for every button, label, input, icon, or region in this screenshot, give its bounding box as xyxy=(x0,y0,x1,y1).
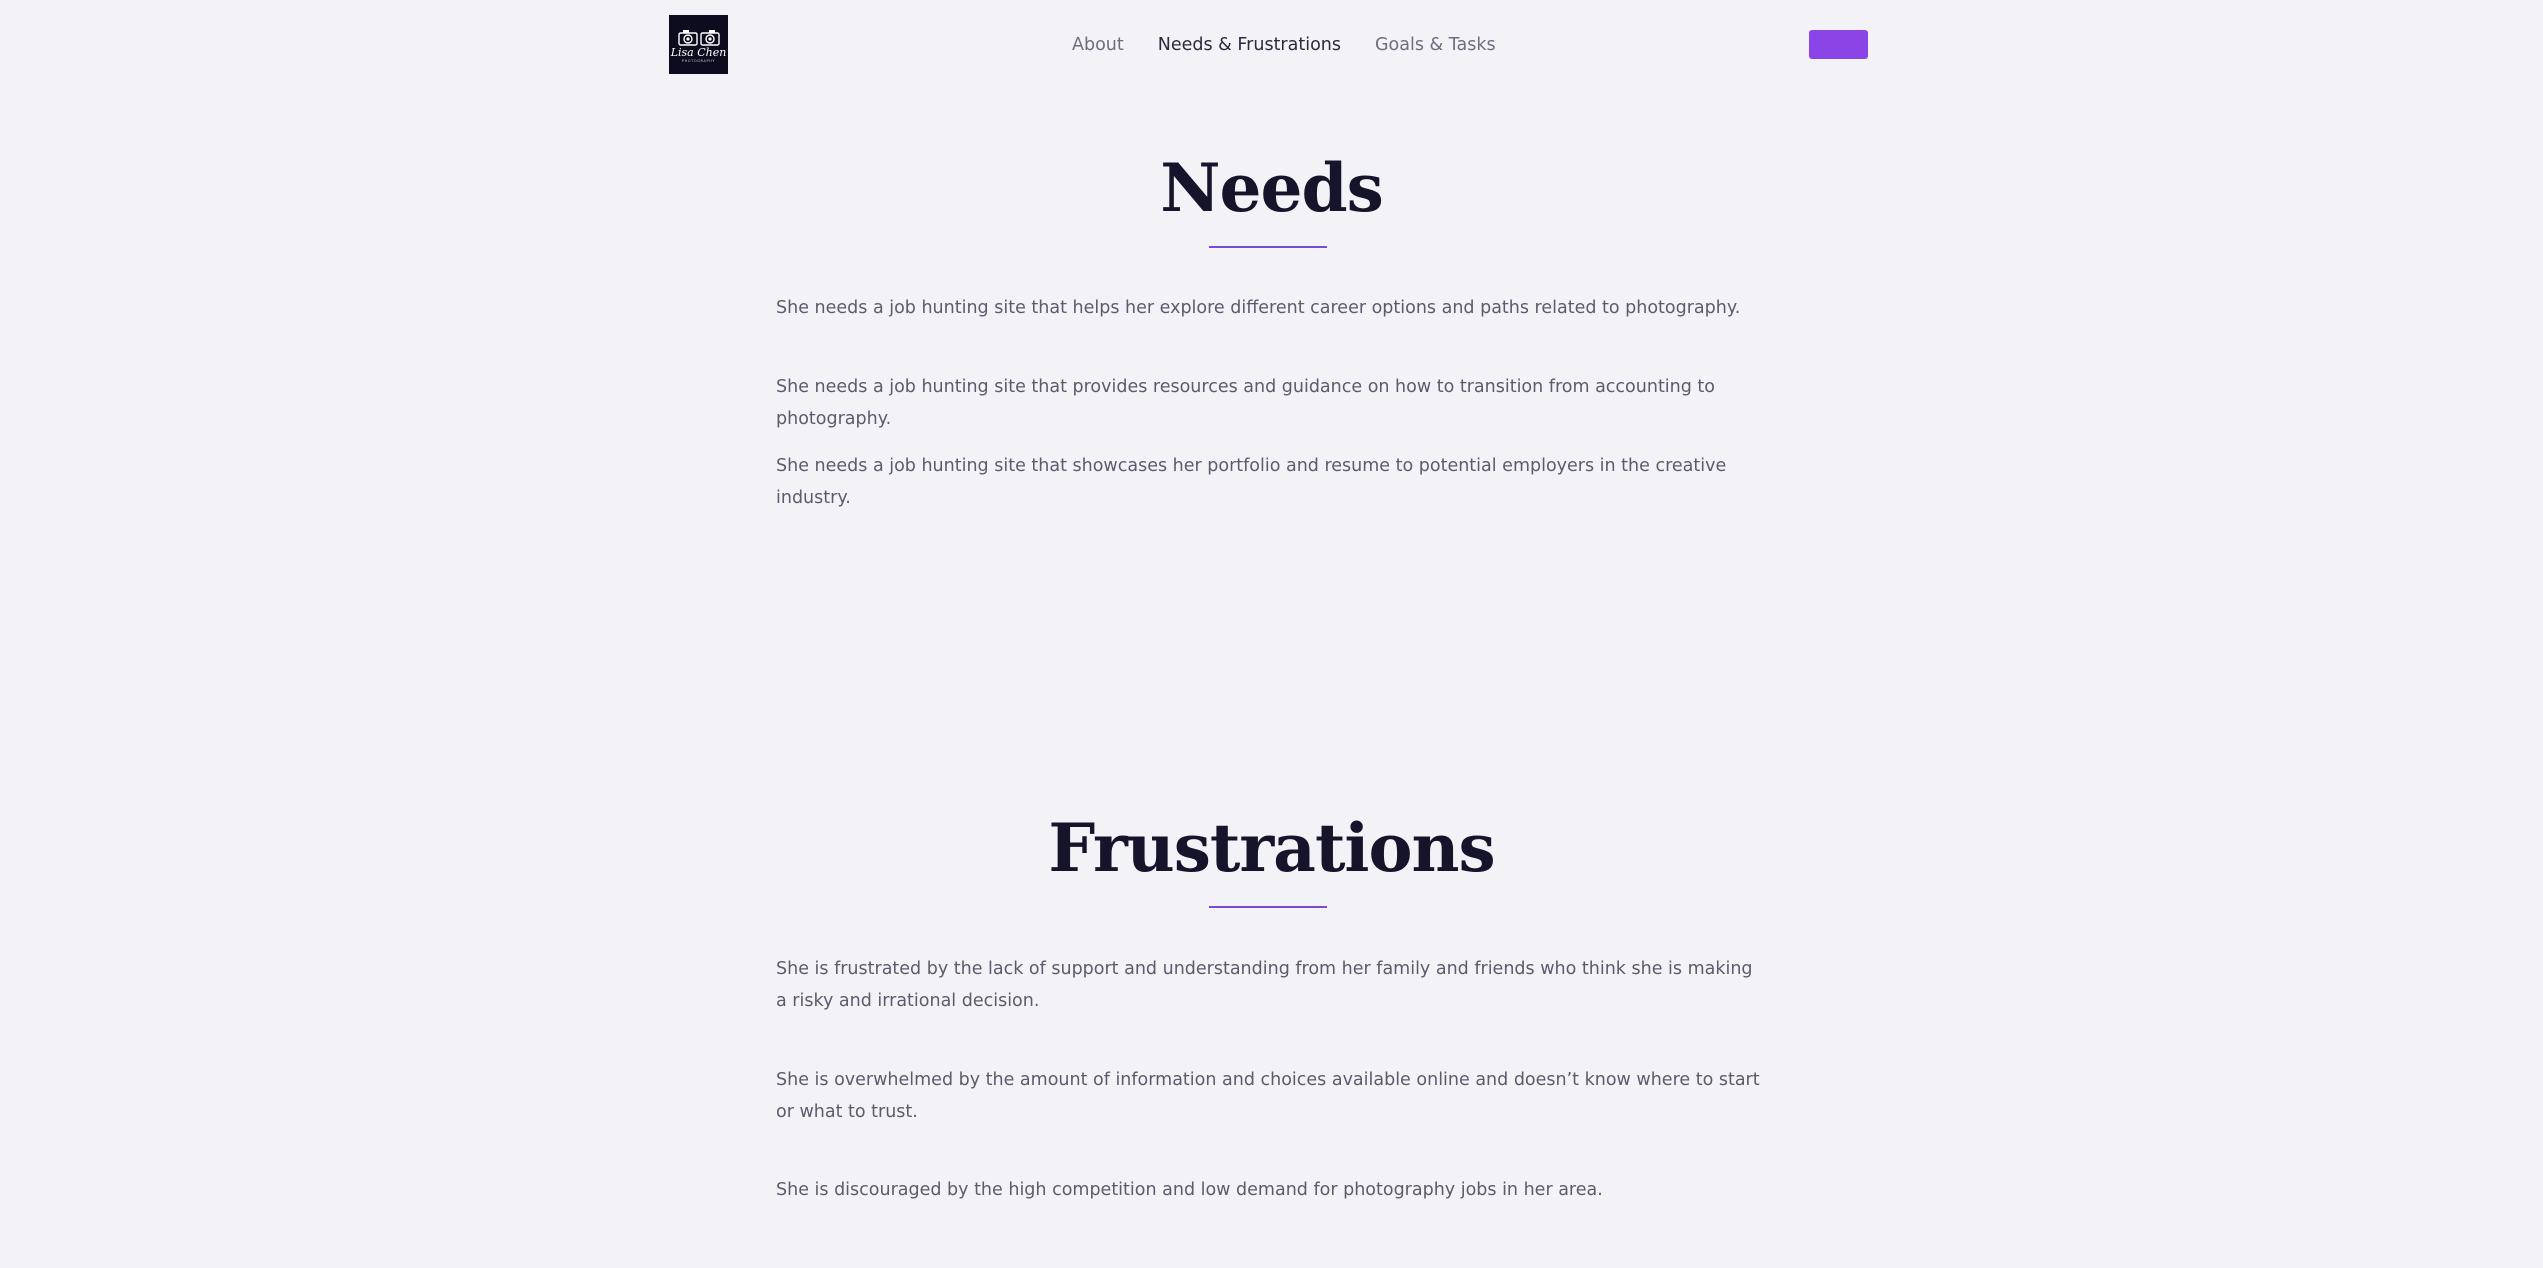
needs-item: She needs a job hunting site that helps … xyxy=(776,298,1741,318)
main-nav: About Needs & Frustrations Goals & Tasks xyxy=(1072,32,1496,58)
nav-link-needs-frustrations[interactable]: Needs & Frustrations xyxy=(1158,35,1341,55)
site-header: Lisa Chen PHOTOGRAPHY About Needs & Frus… xyxy=(0,0,2543,90)
frustrations-title: Frustrations xyxy=(1048,809,1495,887)
nav-link-goals-tasks[interactable]: Goals & Tasks xyxy=(1375,35,1496,55)
needs-title: Needs xyxy=(1160,149,1384,227)
nav-link-about[interactable]: About xyxy=(1072,35,1124,55)
camera-icon xyxy=(677,30,720,46)
frustrations-title-underline xyxy=(1209,906,1327,908)
logo-subtitle: PHOTOGRAPHY xyxy=(681,59,716,63)
frustrations-item: She is overwhelmed by the amount of info… xyxy=(776,1070,1760,1122)
logo[interactable]: Lisa Chen PHOTOGRAPHY xyxy=(669,15,728,74)
needs-title-underline xyxy=(1209,246,1327,248)
frustrations-item: She is discouraged by the high competiti… xyxy=(776,1180,1603,1200)
needs-item: She needs a job hunting site that showca… xyxy=(776,456,1727,508)
frustrations-item: She is frustrated by the lack of support… xyxy=(776,959,1753,1011)
needs-item: She needs a job hunting site that provid… xyxy=(776,377,1715,429)
logo-name: Lisa Chen xyxy=(670,46,727,59)
cta-button[interactable] xyxy=(1809,30,1868,59)
